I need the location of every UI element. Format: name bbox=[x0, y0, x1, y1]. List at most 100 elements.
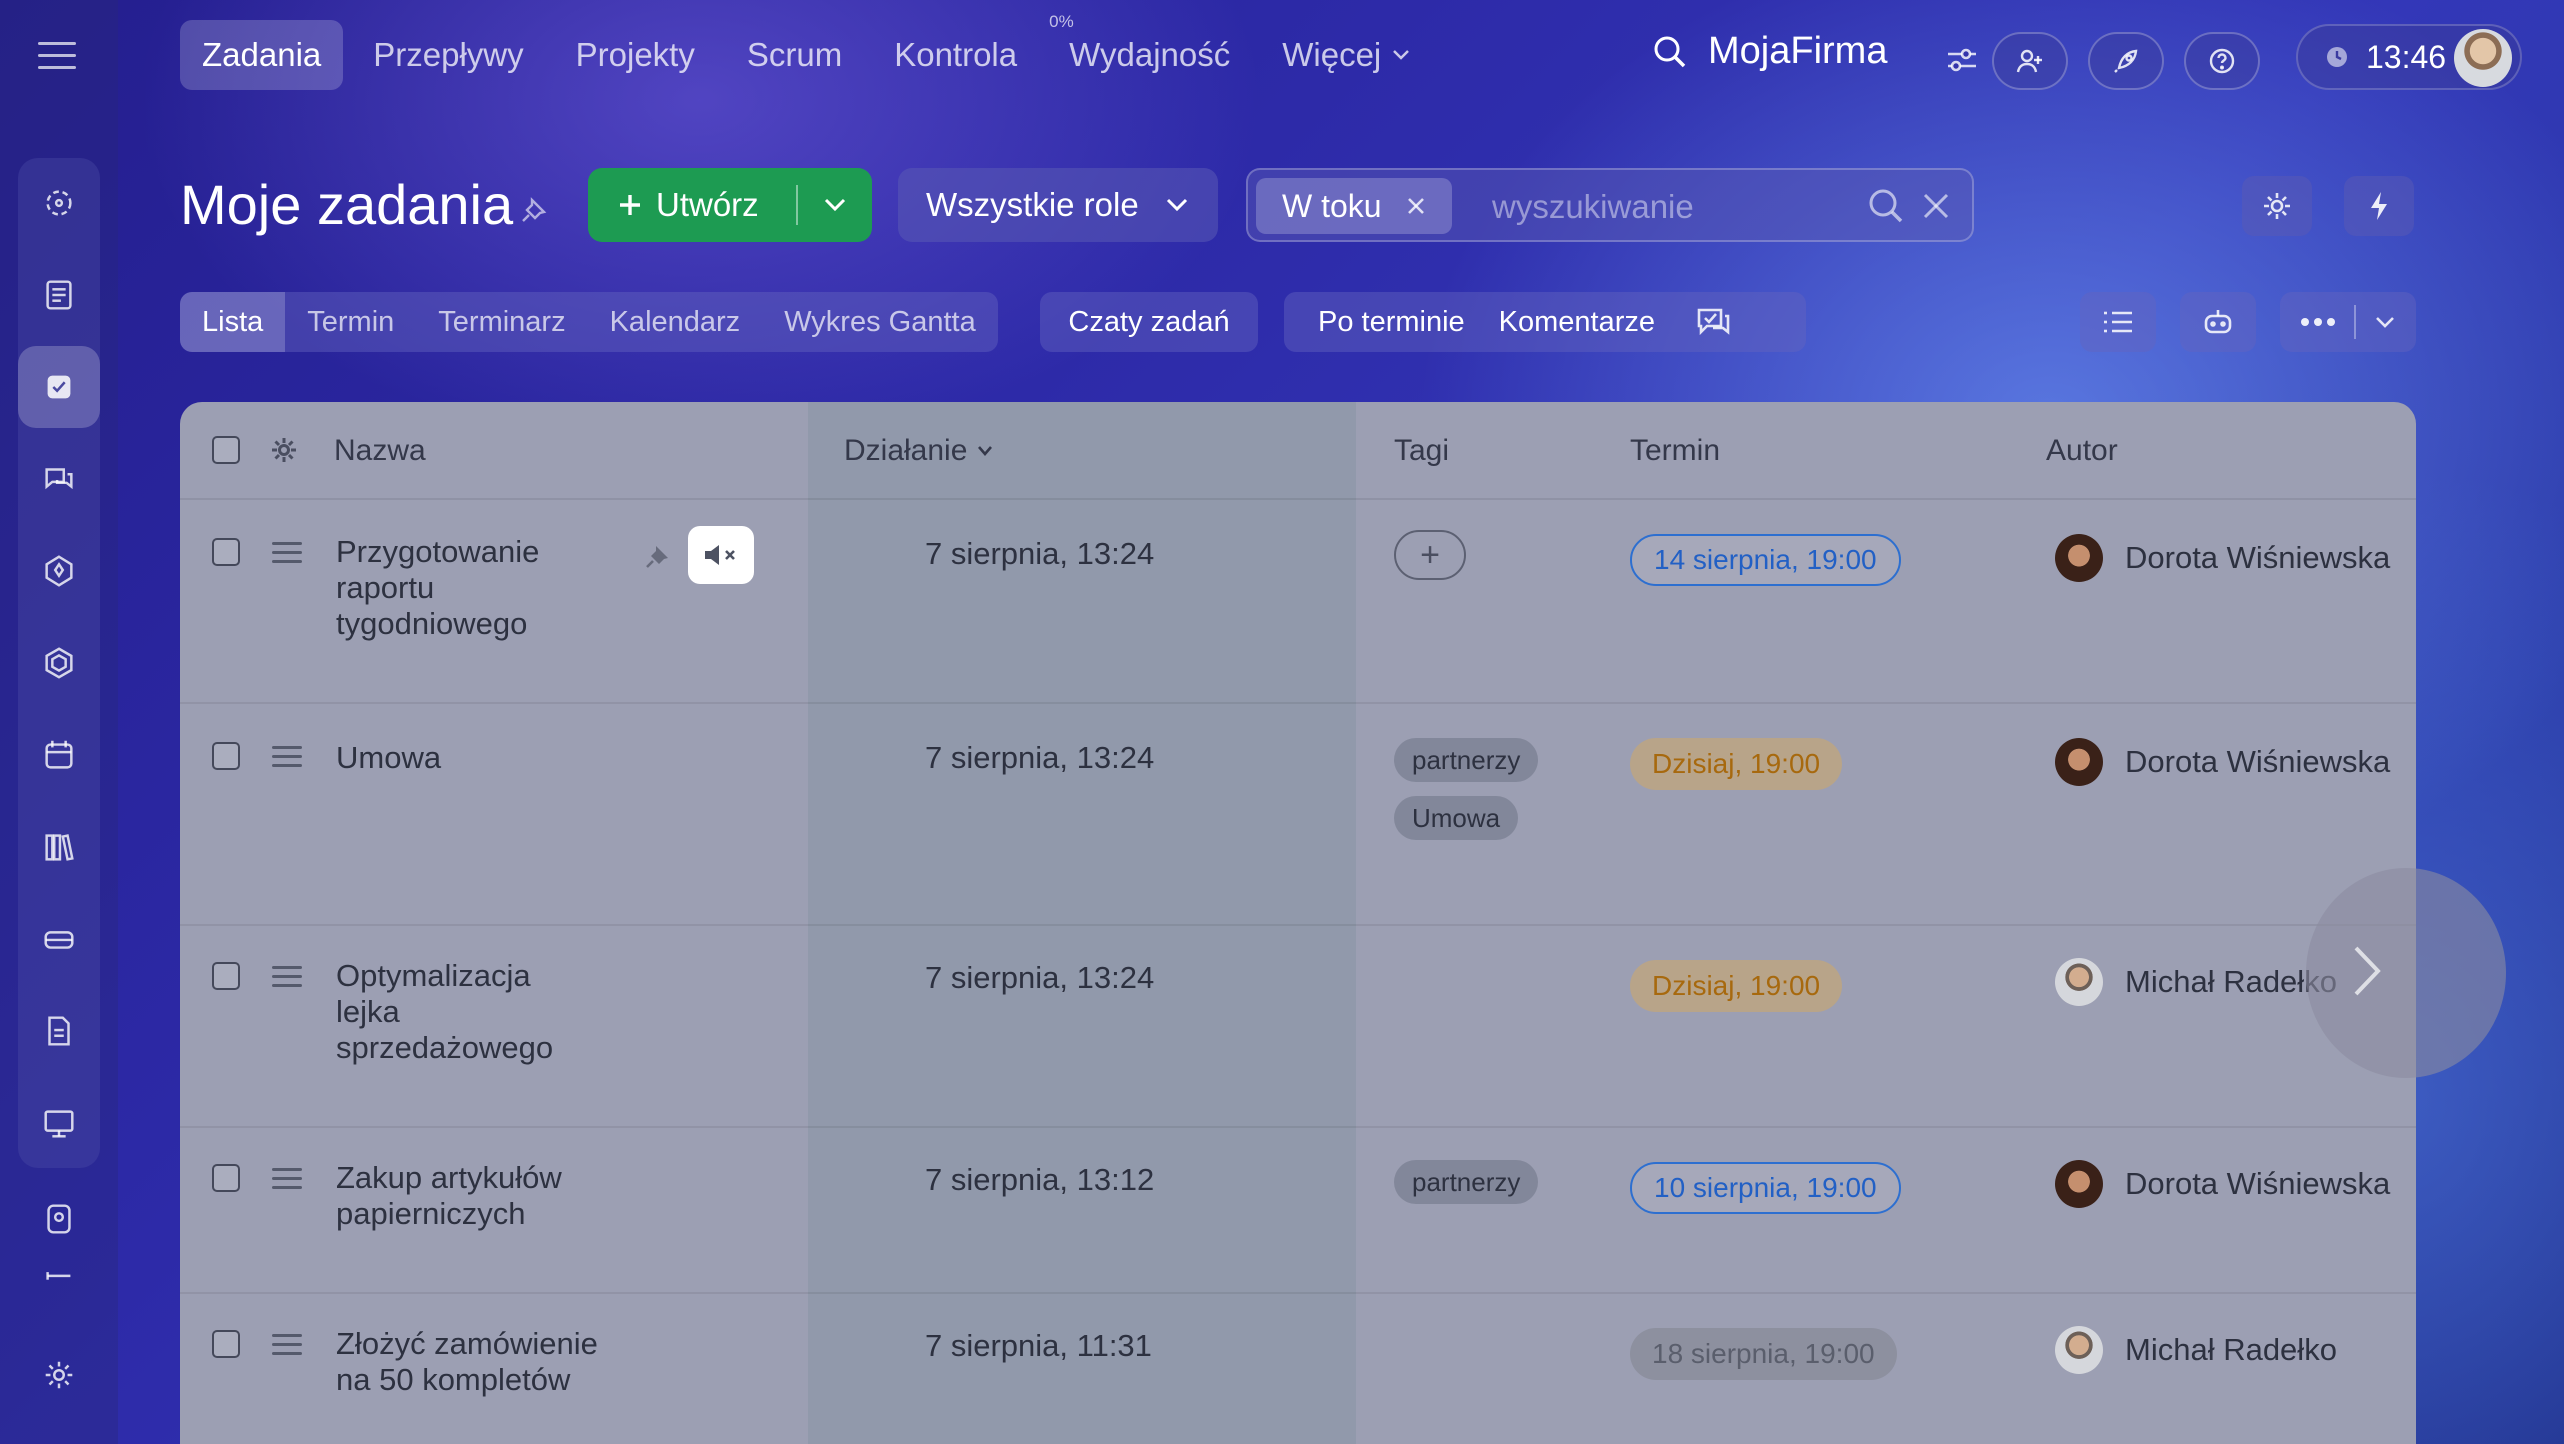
task-author[interactable]: Michał Radełko bbox=[2055, 958, 2337, 1006]
feed-icon[interactable] bbox=[18, 162, 100, 244]
col-name[interactable]: Nazwa bbox=[334, 434, 426, 468]
company-name[interactable]: MojaFirma bbox=[1708, 30, 1887, 73]
settings-icon[interactable] bbox=[18, 1334, 100, 1416]
due-badge[interactable]: 18 sierpnia, 19:00 bbox=[1630, 1328, 1897, 1380]
task-author[interactable]: Dorota Wiśniewska bbox=[2055, 1160, 2390, 1208]
tab-calendar[interactable]: Kalendarz bbox=[588, 292, 763, 352]
more-actions-button[interactable] bbox=[2280, 292, 2416, 352]
tab-planner[interactable]: Terminarz bbox=[416, 292, 587, 352]
nav-scrum[interactable]: Scrum bbox=[725, 20, 864, 90]
roles-select[interactable]: Wszystkie role bbox=[898, 168, 1218, 242]
list-mode-button[interactable] bbox=[2080, 292, 2156, 352]
nav-control[interactable]: Kontrola bbox=[872, 20, 1039, 90]
overdue-filter[interactable]: Po terminie bbox=[1284, 306, 1465, 339]
drag-handle-icon[interactable] bbox=[272, 1334, 302, 1361]
col-action[interactable]: Działanie bbox=[844, 434, 993, 468]
table-row[interactable]: Optymalizacja lejka sprzedażowego 7 sier… bbox=[180, 926, 2416, 1128]
training-icon[interactable] bbox=[18, 1082, 100, 1164]
select-all-checkbox[interactable] bbox=[212, 436, 240, 464]
more-apps-icon[interactable] bbox=[18, 1254, 100, 1294]
col-due[interactable]: Termin bbox=[1630, 434, 1720, 468]
tasks-icon[interactable] bbox=[18, 346, 100, 428]
close-icon[interactable] bbox=[1406, 196, 1426, 216]
due-badge[interactable]: Dzisiaj, 19:00 bbox=[1630, 738, 1843, 790]
avatar bbox=[2055, 1326, 2103, 1374]
sliders-icon[interactable] bbox=[1944, 44, 1980, 76]
row-checkbox[interactable] bbox=[212, 538, 240, 566]
nav-flows[interactable]: Przepływy bbox=[351, 20, 545, 90]
clock[interactable]: 13:46 bbox=[2296, 24, 2522, 90]
task-name[interactable]: Zakup artykułów papierniczych bbox=[336, 1160, 596, 1232]
col-tags[interactable]: Tagi bbox=[1394, 434, 1449, 468]
gear-icon[interactable] bbox=[268, 434, 300, 466]
tab-list[interactable]: Lista bbox=[180, 292, 286, 352]
docs-icon[interactable] bbox=[18, 990, 100, 1072]
store-icon[interactable] bbox=[18, 898, 100, 980]
menu-icon[interactable] bbox=[38, 42, 76, 70]
task-name[interactable]: Złożyć zamówienie na 50 kompletów bbox=[336, 1326, 616, 1398]
nav-projects[interactable]: Projekty bbox=[554, 20, 717, 90]
task-name[interactable]: Przygotowanie raportu tygodniowego bbox=[336, 534, 576, 642]
col-author[interactable]: Autor bbox=[2046, 434, 2118, 468]
drag-handle-icon[interactable] bbox=[272, 542, 302, 569]
nav-more[interactable]: Więcej bbox=[1260, 20, 1433, 90]
chat-icon[interactable] bbox=[18, 438, 100, 520]
filter-chip[interactable]: W toku bbox=[1256, 178, 1452, 234]
drag-handle-icon[interactable] bbox=[272, 1168, 302, 1195]
due-badge[interactable]: 14 sierpnia, 19:00 bbox=[1630, 534, 1901, 586]
tag-badge[interactable]: partnerzy bbox=[1394, 738, 1539, 782]
create-dropdown[interactable] bbox=[798, 197, 872, 213]
table-row[interactable]: Złożyć zamówienie na 50 kompletów 7 sier… bbox=[180, 1294, 2416, 1444]
clear-icon[interactable] bbox=[1922, 192, 1950, 220]
invite-button[interactable] bbox=[1992, 32, 2068, 90]
ai-icon[interactable] bbox=[18, 530, 100, 612]
drag-handle-icon[interactable] bbox=[272, 966, 302, 993]
scroll-right-button[interactable] bbox=[2306, 868, 2506, 1078]
automation-button[interactable] bbox=[2344, 176, 2414, 236]
library-icon[interactable] bbox=[18, 806, 100, 888]
task-name[interactable]: Optymalizacja lejka sprzedażowego bbox=[336, 958, 576, 1066]
tag-badge[interactable]: partnerzy bbox=[1394, 1160, 1539, 1204]
lightning-icon bbox=[2371, 192, 2387, 220]
user-avatar[interactable] bbox=[2454, 29, 2512, 87]
row-checkbox[interactable] bbox=[212, 742, 240, 770]
task-author[interactable]: Dorota Wiśniewska bbox=[2055, 534, 2390, 582]
search-input[interactable]: wyszukiwanie bbox=[1492, 188, 1694, 226]
tab-gantt[interactable]: Wykres Gantta bbox=[762, 292, 998, 352]
search-icon[interactable] bbox=[1866, 186, 1906, 226]
row-checkbox[interactable] bbox=[212, 962, 240, 990]
rocket-button[interactable] bbox=[2088, 32, 2164, 90]
pin-icon[interactable] bbox=[518, 192, 552, 226]
table-row[interactable]: Przygotowanie raportu tygodniowego 7 sie… bbox=[180, 502, 2416, 704]
pin-icon[interactable] bbox=[642, 538, 676, 572]
row-checkbox[interactable] bbox=[212, 1330, 240, 1358]
task-author[interactable]: Dorota Wiśniewska bbox=[2055, 738, 2390, 786]
search-icon[interactable] bbox=[1650, 32, 1690, 72]
robot-button[interactable] bbox=[2180, 292, 2256, 352]
add-tag-button[interactable]: + bbox=[1394, 530, 1466, 580]
table-row[interactable]: Umowa 7 sierpnia, 13:24 partnerzy Umowa … bbox=[180, 704, 2416, 926]
mute-button[interactable] bbox=[688, 526, 754, 584]
due-badge[interactable]: 10 sierpnia, 19:00 bbox=[1630, 1162, 1901, 1214]
search-filter-box[interactable]: W toku wyszukiwanie bbox=[1246, 168, 1974, 242]
task-name[interactable]: Umowa bbox=[336, 740, 576, 776]
nav-efficiency[interactable]: 0% Wydajność bbox=[1047, 12, 1252, 90]
read-all-icon[interactable] bbox=[1693, 304, 1733, 340]
calendar-icon[interactable] bbox=[18, 714, 100, 796]
nav-tasks[interactable]: Zadania bbox=[180, 20, 344, 90]
task-chats-button[interactable]: Czaty zadań bbox=[1040, 292, 1258, 352]
tab-deadline[interactable]: Termin bbox=[285, 292, 416, 352]
create-button[interactable]: Utwórz bbox=[588, 168, 872, 242]
table-row[interactable]: Zakup artykułów papierniczych 7 sierpnia… bbox=[180, 1128, 2416, 1294]
news-icon[interactable] bbox=[18, 254, 100, 336]
due-badge[interactable]: Dzisiaj, 19:00 bbox=[1630, 960, 1843, 1012]
task-author[interactable]: Michał Radełko bbox=[2055, 1326, 2337, 1374]
row-checkbox[interactable] bbox=[212, 1164, 240, 1192]
tag-badge[interactable]: Umowa bbox=[1394, 796, 1519, 840]
comments-filter[interactable]: Komentarze bbox=[1465, 306, 1655, 339]
settings-button[interactable] bbox=[2242, 176, 2312, 236]
contacts-icon[interactable] bbox=[18, 1178, 100, 1260]
drag-handle-icon[interactable] bbox=[272, 746, 302, 773]
help-button[interactable] bbox=[2184, 32, 2260, 90]
crm-icon[interactable] bbox=[18, 622, 100, 704]
